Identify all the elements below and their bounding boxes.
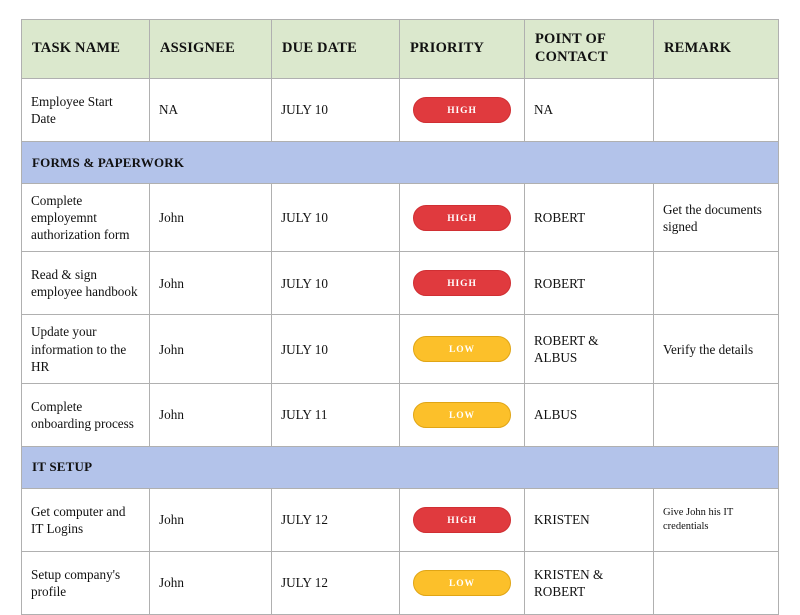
- cell-remark: Get the documents signed: [653, 182, 779, 253]
- cell-assignee: John: [149, 382, 272, 447]
- table-row: Read & sign employee handbook John JULY 10…: [21, 251, 779, 316]
- cell-due: JULY 12: [271, 487, 400, 552]
- priority-badge[interactable]: LOW: [413, 569, 511, 596]
- cell-assignee: John: [149, 251, 272, 316]
- table-row: Complete employemnt authorization form Jo…: [21, 182, 779, 253]
- cell-priority: HIGH: [399, 78, 525, 142]
- section-title: IT SETUP: [21, 445, 779, 489]
- table-row: Get computer and IT Logins John JULY 12 HIG…: [21, 487, 779, 552]
- column-header-task-name: TASK NAME: [21, 19, 150, 79]
- cell-priority: HIGH: [399, 182, 525, 253]
- cell-due: JULY 11: [271, 382, 400, 447]
- table-row: Employee Start Date NA JULY 10 HIGH NA: [21, 78, 779, 142]
- cell-priority: HIGH: [399, 487, 525, 552]
- column-header-remark: REMARK: [653, 19, 779, 79]
- cell-assignee: John: [149, 550, 272, 615]
- column-header-point-of-contact: POINT OF CONTACT: [524, 19, 654, 79]
- cell-priority: HIGH: [399, 251, 525, 316]
- cell-due: JULY 10: [271, 251, 400, 316]
- cell-remark: [653, 382, 779, 447]
- priority-badge[interactable]: LOW: [413, 336, 511, 363]
- cell-priority: LOW: [399, 314, 525, 384]
- cell-poc: NA: [524, 78, 654, 142]
- table-row: Complete onboarding process John JULY 11 LO…: [21, 382, 779, 447]
- cell-poc: ROBERT & ALBUS: [524, 314, 654, 384]
- cell-poc: KRISTEN & ROBERT: [524, 550, 654, 615]
- cell-task: Setup company's profile: [21, 550, 150, 615]
- header-row: TASK NAME ASSIGNEE DUE DATE PRIORITY POI…: [21, 19, 779, 79]
- cell-remark: [653, 550, 779, 615]
- table-row: Update your information to the HR John JUL…: [21, 314, 779, 384]
- cell-task: Complete onboarding process: [21, 382, 150, 447]
- onboarding-checklist: TASK NAME ASSIGNEE DUE DATE PRIORITY POI…: [21, 19, 779, 615]
- cell-poc: ALBUS: [524, 382, 654, 447]
- cell-assignee: NA: [149, 78, 272, 142]
- table-header: TASK NAME ASSIGNEE DUE DATE PRIORITY POI…: [21, 19, 779, 79]
- table-row: Setup company's profile John JULY 12 LOW KRI…: [21, 550, 779, 615]
- section-row: FORMS & PAPERWORK: [21, 141, 779, 184]
- cell-task: Get computer and IT Logins: [21, 487, 150, 552]
- cell-task: Complete employemnt authorization form: [21, 182, 150, 253]
- cell-poc: KRISTEN: [524, 487, 654, 552]
- column-header-due-date: DUE DATE: [271, 19, 400, 79]
- cell-task: Read & sign employee handbook: [21, 251, 150, 316]
- cell-due: JULY 10: [271, 78, 400, 142]
- priority-badge[interactable]: LOW: [413, 401, 511, 428]
- cell-due: JULY 12: [271, 550, 400, 615]
- cell-assignee: John: [149, 487, 272, 552]
- column-header-assignee: ASSIGNEE: [149, 19, 272, 79]
- priority-badge[interactable]: HIGH: [413, 97, 511, 123]
- cell-due: JULY 10: [271, 314, 400, 384]
- cell-poc: ROBERT: [524, 182, 654, 253]
- section-row: IT SETUP: [21, 445, 779, 489]
- column-header-priority: PRIORITY: [399, 19, 525, 79]
- cell-task: Update your information to the HR: [21, 314, 150, 384]
- cell-assignee: John: [149, 182, 272, 253]
- priority-badge[interactable]: HIGH: [413, 204, 511, 231]
- cell-remark: [653, 78, 779, 142]
- cell-task: Employee Start Date: [21, 78, 150, 142]
- onboarding-table: TASK NAME ASSIGNEE DUE DATE PRIORITY POI…: [21, 19, 779, 615]
- section-title: FORMS & PAPERWORK: [21, 141, 779, 184]
- cell-remark: Give John his IT credentials: [653, 487, 779, 552]
- table-body: Employee Start Date NA JULY 10 HIGH NA FORMS …: [21, 78, 779, 615]
- cell-assignee: John: [149, 314, 272, 384]
- cell-remark: [653, 251, 779, 316]
- cell-remark: Verify the details: [653, 314, 779, 384]
- cell-priority: LOW: [399, 550, 525, 615]
- cell-priority: LOW: [399, 382, 525, 447]
- priority-badge[interactable]: HIGH: [413, 506, 511, 533]
- priority-badge[interactable]: HIGH: [413, 270, 511, 297]
- cell-due: JULY 10: [271, 182, 400, 253]
- cell-poc: ROBERT: [524, 251, 654, 316]
